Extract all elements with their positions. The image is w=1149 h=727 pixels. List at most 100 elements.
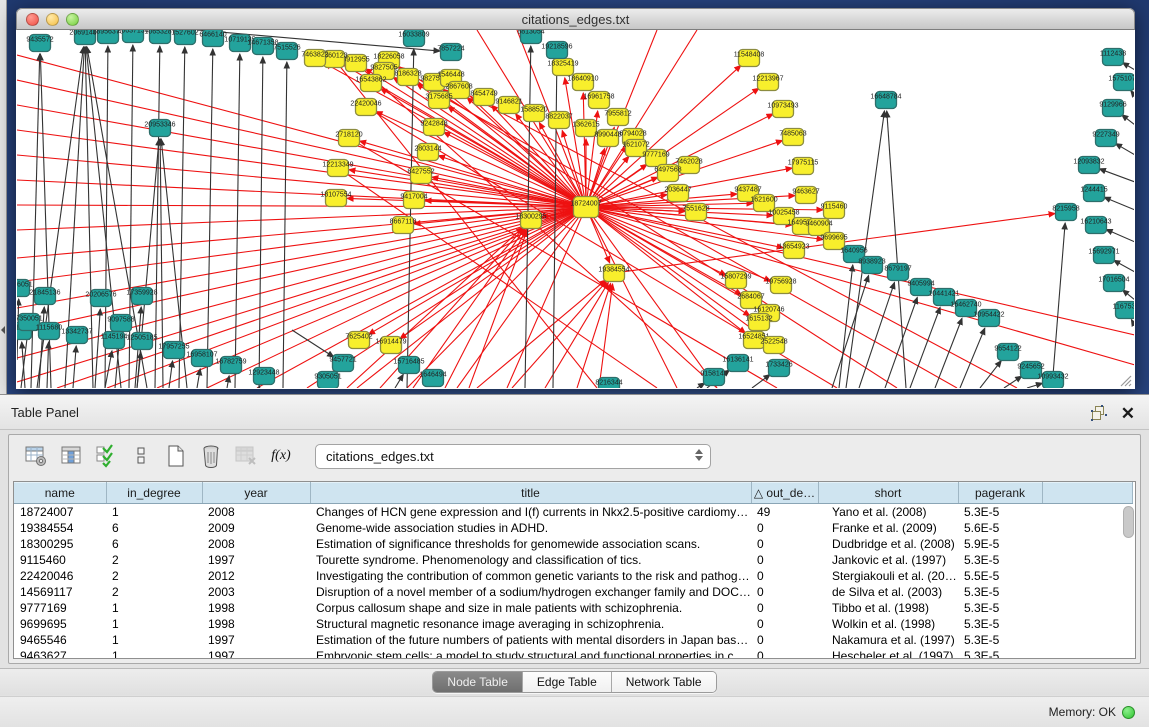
graph-edge[interactable] bbox=[887, 111, 906, 388]
table-cell[interactable]: Structural magnetic resonance image aver… bbox=[310, 616, 751, 632]
table-cell[interactable]: 2008 bbox=[202, 504, 310, 520]
tab-network-table[interactable]: Network Table bbox=[612, 672, 716, 692]
table-cell[interactable]: 9463627 bbox=[14, 648, 106, 660]
table-cell[interactable]: Corpus callosum shape and size in male p… bbox=[310, 600, 751, 616]
table-cell[interactable]: 2008 bbox=[202, 536, 310, 552]
table-cell[interactable]: 0 bbox=[751, 552, 818, 568]
graph-edge[interactable] bbox=[1027, 383, 1042, 388]
table-cell[interactable]: 5.3E-5 bbox=[958, 600, 1042, 616]
table-cell[interactable]: Estimation of the future numbers of pati… bbox=[310, 632, 751, 648]
table-mode-icon[interactable] bbox=[21, 441, 51, 471]
table-scrollbar-thumb[interactable] bbox=[1123, 506, 1134, 538]
table-cell[interactable]: 0 bbox=[751, 568, 818, 584]
table-cell[interactable]: 0 bbox=[751, 648, 818, 660]
table-row[interactable]: 977716911998Corpus callosum shape and si… bbox=[14, 600, 1132, 616]
table-cell[interactable]: 5.9E-5 bbox=[958, 536, 1042, 552]
table-cell[interactable]: Wolkin et al. (1998) bbox=[818, 616, 958, 632]
table-cell[interactable]: 5.6E-5 bbox=[958, 520, 1042, 536]
table-cell[interactable]: 49 bbox=[751, 504, 818, 520]
table-cell[interactable]: Disruption of a novel member of a sodium… bbox=[310, 584, 751, 600]
graph-edge[interactable] bbox=[95, 309, 100, 388]
graph-edge[interactable] bbox=[980, 361, 1001, 388]
graph-edge[interactable] bbox=[207, 49, 213, 388]
graph-edge[interactable] bbox=[935, 318, 962, 388]
graph-edge[interactable] bbox=[395, 374, 403, 388]
table-cell[interactable]: 22420046 bbox=[14, 568, 106, 584]
table-cell[interactable]: 9115460 bbox=[14, 552, 106, 568]
graph-edge[interactable] bbox=[1052, 223, 1065, 388]
table-cell[interactable]: 18724007 bbox=[14, 504, 106, 520]
table-cell[interactable]: 1 bbox=[106, 632, 202, 648]
table-cell[interactable]: Tibbo et al. (1998) bbox=[818, 600, 958, 616]
graph-edge[interactable] bbox=[590, 215, 677, 388]
graph-edge[interactable] bbox=[17, 207, 577, 230]
table-cell[interactable]: Nakamura et al. (1997) bbox=[818, 632, 958, 648]
graph-edge[interactable] bbox=[292, 330, 334, 357]
table-cell[interactable]: 5.3E-5 bbox=[958, 648, 1042, 660]
graph-edge[interactable] bbox=[1123, 290, 1134, 300]
table-cell[interactable]: Tourette syndrome. Phenomenology and cla… bbox=[310, 552, 751, 568]
table-cell[interactable]: 1 bbox=[106, 504, 202, 520]
resize-grip-icon[interactable] bbox=[1116, 371, 1132, 387]
table-row[interactable]: 946554611997Estimation of the future num… bbox=[14, 632, 1132, 648]
network-graph[interactable]: 1872400718107554122133492718120224200468… bbox=[17, 30, 1134, 388]
table-cell[interactable]: 2009 bbox=[202, 520, 310, 536]
rows-icon[interactable] bbox=[126, 441, 156, 471]
new-column-icon[interactable] bbox=[161, 441, 191, 471]
graph-edge[interactable] bbox=[839, 265, 853, 388]
tab-edge-table[interactable]: Edge Table bbox=[523, 672, 612, 692]
graph-edge[interactable] bbox=[169, 361, 173, 388]
table-cell[interactable]: Franke et al. (2009) bbox=[818, 520, 958, 536]
table-cell[interactable]: 1 bbox=[106, 600, 202, 616]
table-cell[interactable]: 5.5E-5 bbox=[958, 568, 1042, 584]
table-cell[interactable]: 1997 bbox=[202, 632, 310, 648]
graph-edge[interactable] bbox=[259, 386, 260, 388]
graph-edge[interactable] bbox=[1115, 144, 1134, 155]
graph-edge[interactable] bbox=[583, 93, 586, 198]
graph-edge[interactable] bbox=[17, 208, 577, 258]
table-cell[interactable]: 2012 bbox=[202, 568, 310, 584]
table-cell[interactable]: Stergiakouli et al. (2012) bbox=[818, 568, 958, 584]
tab-node-table[interactable]: Node Table bbox=[433, 672, 523, 692]
attribute-table-wrap[interactable]: namein_degreeyeartitle△ out_de…shortpage… bbox=[13, 481, 1136, 659]
table-cell[interactable]: 1997 bbox=[202, 648, 310, 660]
table-cell[interactable]: 5.3E-5 bbox=[958, 504, 1042, 520]
table-cell[interactable]: 6 bbox=[106, 536, 202, 552]
window-titlebar[interactable]: citations_edges.txt bbox=[16, 8, 1135, 30]
table-cell[interactable]: 9777169 bbox=[14, 600, 106, 616]
graph-edge[interactable] bbox=[347, 227, 523, 388]
column-header-name[interactable]: name bbox=[14, 483, 106, 504]
table-cell[interactable]: 2 bbox=[106, 568, 202, 584]
graph-edge[interactable] bbox=[1122, 63, 1134, 70]
table-cell[interactable]: 0 bbox=[751, 520, 818, 536]
graph-edge[interactable] bbox=[752, 375, 770, 388]
table-cell[interactable]: Investigating the contribution of common… bbox=[310, 568, 751, 584]
table-cell[interactable]: 2 bbox=[106, 584, 202, 600]
delete-column-icon[interactable] bbox=[196, 441, 226, 471]
table-cell[interactable]: Changes of HCN gene expression and I(f) … bbox=[310, 504, 751, 520]
table-cell[interactable]: 6 bbox=[106, 520, 202, 536]
delete-table-icon[interactable] bbox=[231, 441, 261, 471]
table-cell[interactable]: 14569117 bbox=[14, 584, 106, 600]
table-cell[interactable]: 1998 bbox=[202, 616, 310, 632]
column-header-short[interactable]: short bbox=[818, 483, 958, 504]
table-cell[interactable]: 9699695 bbox=[14, 616, 106, 632]
panel-expand-arrow-icon[interactable] bbox=[1, 326, 5, 334]
table-cell[interactable]: 19384554 bbox=[14, 520, 106, 536]
minimize-window-icon[interactable] bbox=[46, 13, 59, 26]
graph-edge[interactable] bbox=[960, 328, 985, 388]
table-row[interactable]: 969969511998Structural magnetic resonanc… bbox=[14, 616, 1132, 632]
table-cell[interactable]: de Silva et al. (2003) bbox=[818, 584, 958, 600]
column-header-title[interactable]: title bbox=[310, 483, 751, 504]
graph-edge[interactable] bbox=[283, 62, 287, 388]
table-cell[interactable]: 5.3E-5 bbox=[958, 616, 1042, 632]
table-row[interactable]: 1938455462009Genome-wide association stu… bbox=[14, 520, 1132, 536]
graph-edge[interactable] bbox=[17, 155, 577, 206]
table-row[interactable]: 1456911722003Disruption of a novel membe… bbox=[14, 584, 1132, 600]
close-window-icon[interactable] bbox=[26, 13, 39, 26]
graph-edge[interactable] bbox=[477, 280, 606, 388]
table-cell[interactable]: 2003 bbox=[202, 584, 310, 600]
table-cell[interactable]: 1 bbox=[106, 648, 202, 660]
table-cell[interactable]: 5.3E-5 bbox=[958, 632, 1042, 648]
table-cell[interactable]: 0 bbox=[751, 600, 818, 616]
